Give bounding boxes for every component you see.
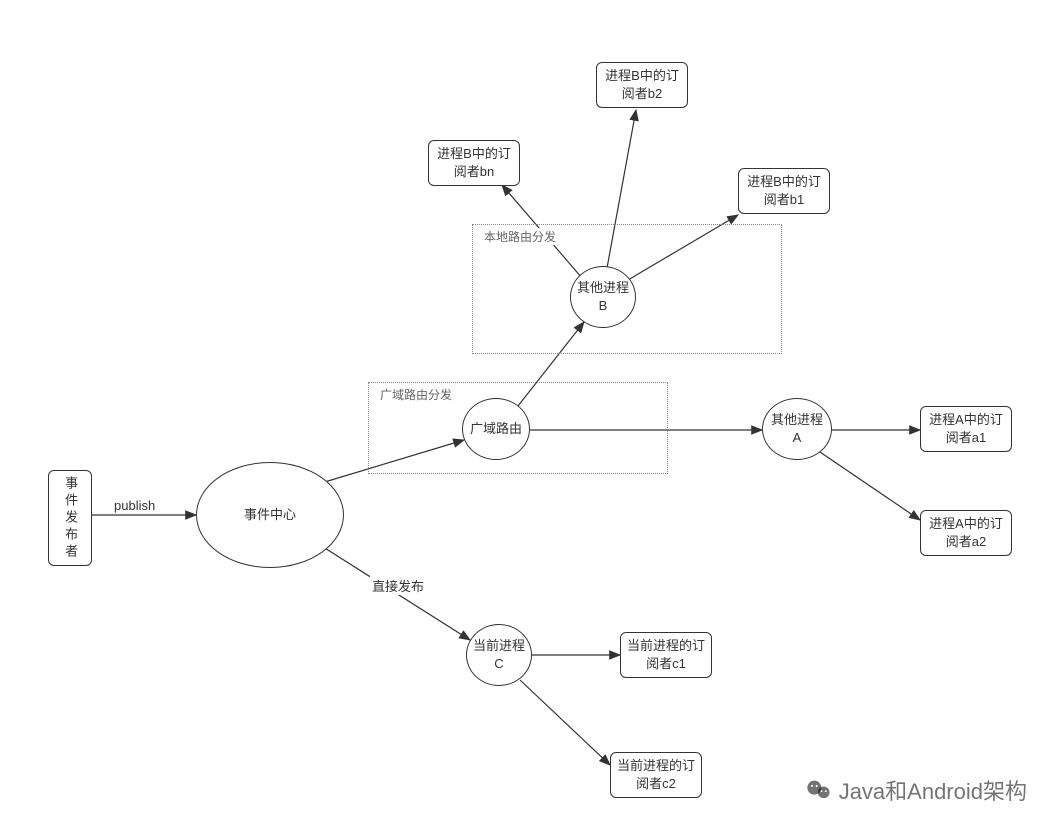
wan-router-node: 广域路由: [462, 398, 530, 460]
subscriber-a1-label: 进程A中的订阅者a1: [925, 411, 1007, 447]
process-a-node: 其他进程A: [762, 398, 832, 460]
publish-edge-label: publish: [112, 498, 157, 513]
subscriber-b1-label: 进程B中的订阅者b1: [743, 173, 825, 209]
subscriber-a1-node: 进程A中的订阅者a1: [920, 406, 1012, 452]
event-center-node: 事件中心: [196, 462, 344, 568]
process-a-label: 其他进程A: [767, 411, 827, 447]
subscriber-c1-node: 当前进程的订阅者c1: [620, 632, 712, 678]
wan-router-label: 广域路由: [470, 420, 522, 438]
event-publisher-node: 事件发布者: [48, 470, 92, 566]
wan-routing-label: 广域路由分发: [378, 386, 454, 403]
subscriber-b1-node: 进程B中的订阅者b1: [738, 168, 830, 214]
subscriber-bn-label: 进程B中的订阅者bn: [433, 145, 515, 181]
process-c-label: 当前进程C: [471, 637, 527, 673]
watermark: Java和Android架构: [805, 774, 1027, 806]
subscriber-b2-label: 进程B中的订阅者b2: [601, 67, 683, 103]
wechat-icon: [805, 776, 833, 804]
subscriber-c1-label: 当前进程的订阅者c1: [625, 637, 707, 673]
process-b-label: 其他进程B: [575, 279, 631, 315]
direct-publish-edge-label: 直接发布: [370, 576, 426, 595]
event-center-label: 事件中心: [244, 506, 296, 524]
subscriber-c2-label: 当前进程的订阅者c2: [615, 757, 697, 793]
subscriber-c2-node: 当前进程的订阅者c2: [610, 752, 702, 798]
subscriber-b2-node: 进程B中的订阅者b2: [596, 62, 688, 108]
watermark-text: Java和Android架构: [839, 774, 1027, 806]
local-routing-label: 本地路由分发: [482, 228, 558, 245]
subscriber-a2-node: 进程A中的订阅者a2: [920, 510, 1012, 556]
process-b-node: 其他进程B: [570, 266, 636, 328]
event-publisher-label: 事件发布者: [61, 476, 79, 561]
subscriber-a2-label: 进程A中的订阅者a2: [925, 515, 1007, 551]
process-c-node: 当前进程C: [466, 624, 532, 686]
subscriber-bn-node: 进程B中的订阅者bn: [428, 140, 520, 186]
